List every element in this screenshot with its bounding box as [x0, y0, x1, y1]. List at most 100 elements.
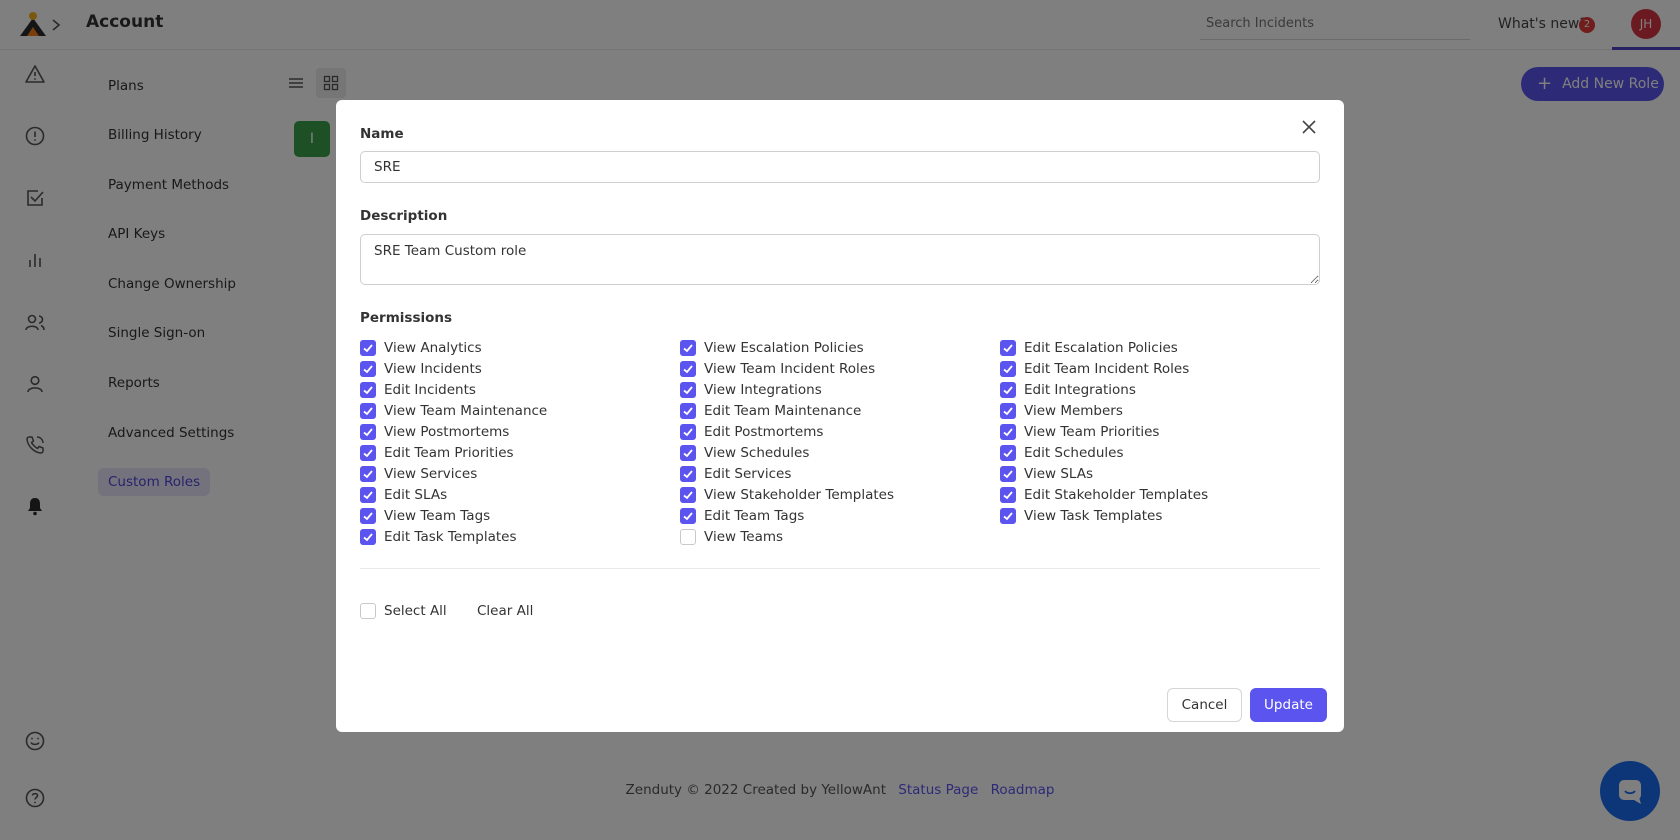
select-all-label: Select All — [384, 603, 447, 619]
permission-checkbox[interactable] — [680, 465, 696, 482]
permission-checkbox[interactable] — [360, 465, 376, 482]
permissions-label: Permissions — [360, 310, 453, 326]
permission-item[interactable]: Edit Team Incident Roles — [1000, 358, 1189, 379]
permission-label: Edit Incidents — [384, 381, 476, 398]
permission-checkbox[interactable] — [680, 360, 696, 377]
permission-checkbox[interactable] — [680, 381, 696, 398]
permission-label: Edit Postmortems — [704, 423, 824, 440]
permission-checkbox[interactable] — [680, 528, 696, 545]
divider — [360, 568, 1320, 569]
permission-item[interactable]: Edit Stakeholder Templates — [1000, 484, 1208, 505]
permission-label: View Services — [384, 465, 478, 482]
permission-checkbox[interactable] — [360, 528, 376, 545]
select-all-checkbox[interactable] — [360, 603, 376, 619]
permission-label: View Postmortems — [384, 423, 510, 440]
permission-item[interactable]: Edit Team Maintenance — [680, 400, 861, 421]
permission-checkbox[interactable] — [1000, 486, 1016, 503]
permission-checkbox[interactable] — [680, 339, 696, 356]
permission-label: View Team Incident Roles — [704, 360, 876, 377]
permission-label: View Schedules — [704, 444, 810, 461]
permission-checkbox[interactable] — [1000, 360, 1016, 377]
permission-checkbox[interactable] — [680, 507, 696, 524]
permission-item[interactable]: View Task Templates — [1000, 505, 1162, 526]
permission-item[interactable]: View Team Tags — [360, 505, 490, 526]
permission-label: View Team Maintenance — [384, 402, 548, 419]
permission-item[interactable]: View Members — [1000, 400, 1123, 421]
permission-label: Edit Task Templates — [384, 528, 517, 545]
permission-checkbox[interactable] — [360, 339, 376, 356]
permission-item[interactable]: Edit Team Tags — [680, 505, 804, 526]
edit-role-modal: Name Description SRE Team Custom role Pe… — [336, 100, 1344, 732]
permission-label: Edit SLAs — [384, 486, 448, 503]
permission-item[interactable]: Edit SLAs — [360, 484, 447, 505]
permission-checkbox[interactable] — [1000, 423, 1016, 440]
permission-checkbox[interactable] — [680, 423, 696, 440]
permission-checkbox[interactable] — [680, 486, 696, 503]
permission-item[interactable]: View Team Maintenance — [360, 400, 547, 421]
description-label: Description — [360, 208, 448, 224]
permission-checkbox[interactable] — [360, 507, 376, 524]
permission-item[interactable]: View Team Incident Roles — [680, 358, 875, 379]
permission-label: View Escalation Policies — [704, 339, 864, 356]
permission-checkbox[interactable] — [360, 444, 376, 461]
permission-checkbox[interactable] — [1000, 339, 1016, 356]
permission-item[interactable]: View Escalation Policies — [680, 337, 864, 358]
permission-label: View Integrations — [704, 381, 822, 398]
permission-label: Edit Stakeholder Templates — [1024, 486, 1209, 503]
permission-checkbox[interactable] — [360, 423, 376, 440]
permission-item[interactable]: View Incidents — [360, 358, 482, 379]
permission-item[interactable]: View Services — [360, 463, 477, 484]
permission-label: Edit Team Tags — [704, 507, 805, 524]
permission-item[interactable]: Edit Schedules — [1000, 442, 1124, 463]
permission-label: View Analytics — [384, 339, 482, 356]
permission-item[interactable]: Edit Services — [680, 463, 791, 484]
permission-label: View Task Templates — [1024, 507, 1163, 524]
close-icon[interactable] — [1300, 118, 1318, 136]
name-label: Name — [360, 126, 404, 142]
permission-checkbox[interactable] — [1000, 507, 1016, 524]
permission-label: Edit Team Priorities — [384, 444, 514, 461]
permission-item[interactable]: View Schedules — [680, 442, 809, 463]
permission-label: Edit Schedules — [1024, 444, 1124, 461]
update-button[interactable]: Update — [1250, 688, 1327, 722]
permission-label: Edit Team Incident Roles — [1024, 360, 1190, 377]
permission-checkbox[interactable] — [360, 381, 376, 398]
permission-checkbox[interactable] — [680, 444, 696, 461]
permission-label: Edit Escalation Policies — [1024, 339, 1178, 356]
permission-item[interactable]: Edit Incidents — [360, 379, 476, 400]
permission-label: View Team Priorities — [1024, 423, 1160, 440]
permission-item[interactable]: Edit Integrations — [1000, 379, 1136, 400]
description-input[interactable]: SRE Team Custom role — [360, 234, 1320, 285]
permission-checkbox[interactable] — [1000, 381, 1016, 398]
permission-item[interactable]: View Postmortems — [360, 421, 509, 442]
permission-item[interactable]: View Team Priorities — [1000, 421, 1159, 442]
clear-all-button[interactable]: Clear All — [477, 603, 533, 619]
permission-checkbox[interactable] — [360, 486, 376, 503]
permission-item[interactable]: View Teams — [680, 526, 783, 547]
permission-checkbox[interactable] — [1000, 402, 1016, 419]
permission-item[interactable]: Edit Team Priorities — [360, 442, 514, 463]
permission-label: View Incidents — [384, 360, 482, 377]
permission-item[interactable]: View Integrations — [680, 379, 822, 400]
permission-label: Edit Integrations — [1024, 381, 1136, 398]
permission-checkbox[interactable] — [360, 360, 376, 377]
permission-item[interactable]: Edit Task Templates — [360, 526, 517, 547]
permission-label: View Team Tags — [384, 507, 491, 524]
permission-item[interactable]: View Stakeholder Templates — [680, 484, 894, 505]
permission-label: View Teams — [704, 528, 784, 545]
permission-label: View Members — [1024, 402, 1123, 419]
permission-checkbox[interactable] — [680, 402, 696, 419]
permission-checkbox[interactable] — [360, 402, 376, 419]
permission-item[interactable]: Edit Escalation Policies — [1000, 337, 1178, 358]
name-input[interactable] — [360, 151, 1320, 183]
permission-checkbox[interactable] — [1000, 444, 1016, 461]
cancel-button[interactable]: Cancel — [1167, 688, 1242, 722]
permission-label: View Stakeholder Templates — [704, 486, 895, 503]
permission-label: Edit Team Maintenance — [704, 402, 862, 419]
permission-label: Edit Services — [704, 465, 792, 482]
permission-item[interactable]: View SLAs — [1000, 463, 1093, 484]
select-all-control[interactable]: Select All — [360, 603, 447, 619]
permission-item[interactable]: View Analytics — [360, 337, 482, 358]
permission-item[interactable]: Edit Postmortems — [680, 421, 823, 442]
permission-checkbox[interactable] — [1000, 465, 1016, 482]
